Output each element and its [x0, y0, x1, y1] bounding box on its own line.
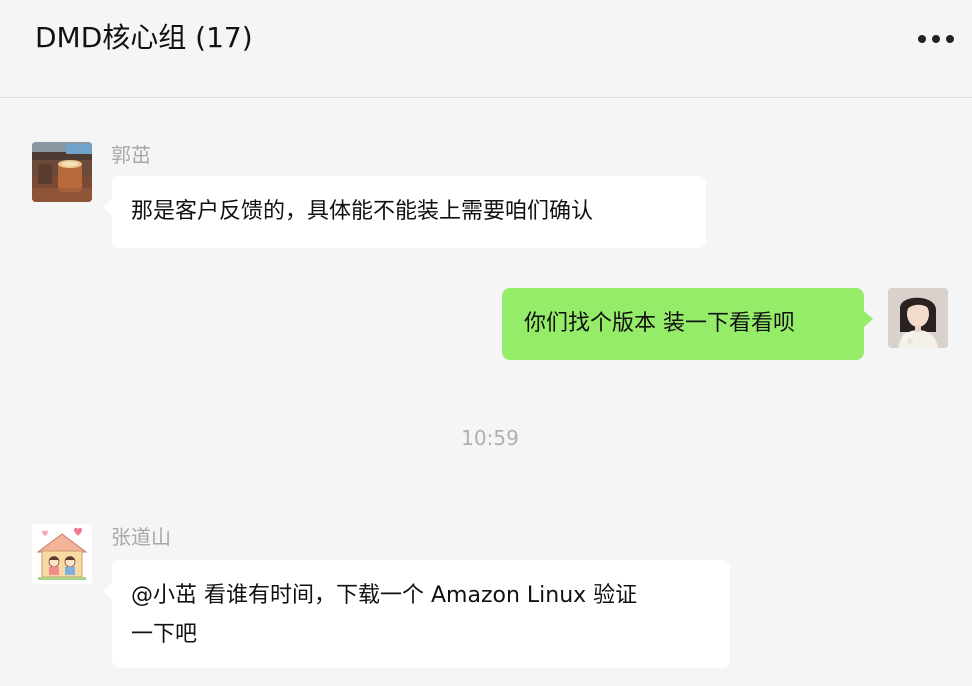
sender-name: 张道山: [111, 525, 171, 549]
chat-header: DMD核心组 (17): [0, 0, 972, 98]
chat-title: DMD核心组 (17): [35, 21, 253, 54]
more-dots-icon[interactable]: [918, 34, 954, 44]
coffee-photo-icon: [32, 142, 92, 202]
sender-name: 郭茁: [111, 143, 151, 167]
avatar[interactable]: [888, 288, 948, 348]
user-photo-icon: [888, 288, 948, 348]
avatar[interactable]: [32, 524, 92, 584]
message-bubble[interactable]: 那是客户反馈的，具体能不能装上需要咱们确认: [103, 176, 706, 248]
message-list: 郭茁 那是客户反馈的，具体能不能装上需要咱们确认 你们找个版本 装一下看看呗 1…: [0, 99, 972, 686]
message-bubble[interactable]: @小茁 看谁有时间，下载一个 Amazon Linux 验证 一下吧: [103, 560, 730, 668]
message-line: 一下吧: [131, 622, 198, 647]
cartoon-house-icon: [32, 524, 92, 584]
message-line: @小茁 看谁有时间，下载一个 Amazon Linux 验证: [131, 583, 638, 608]
message-bubble[interactable]: 你们找个版本 装一下看看呗: [502, 288, 873, 360]
avatar[interactable]: [32, 142, 92, 202]
message-timestamp: 10:59: [461, 426, 519, 450]
